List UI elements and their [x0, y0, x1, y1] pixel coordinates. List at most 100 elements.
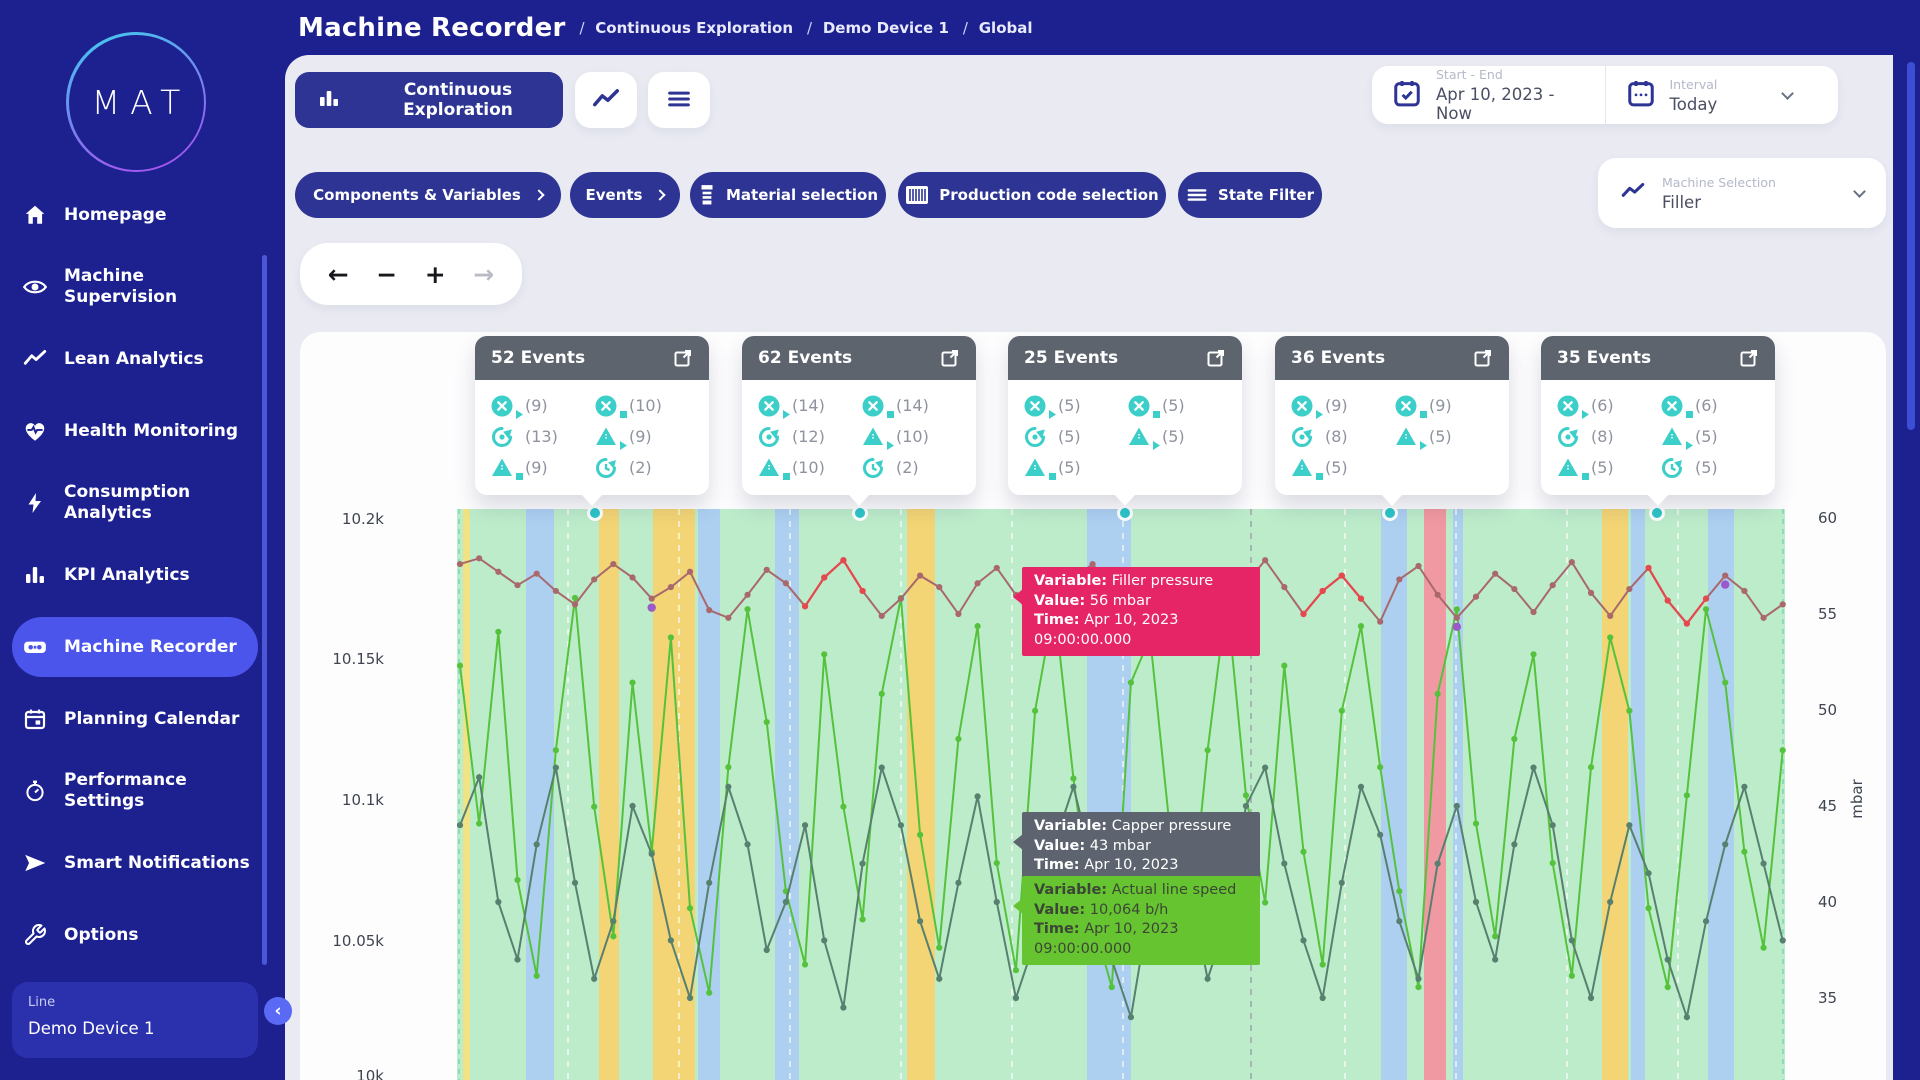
event-count: (9) [525, 458, 548, 477]
list-view-button[interactable] [648, 72, 710, 128]
event-card-title: 35 Events [1557, 348, 1651, 368]
event-count-row: (14) [860, 392, 964, 419]
cancel-square-icon [593, 393, 629, 419]
sidebar-item-label: Machine Supervision [64, 266, 254, 308]
filter-production-code-selection[interactable]: Production code selection [898, 172, 1166, 218]
sidebar-item-homepage[interactable]: Homepage [0, 179, 262, 251]
sidebar-collapse-button[interactable]: ‹ [264, 997, 292, 1025]
event-count: (10) [792, 458, 825, 477]
cancel-play-icon [1022, 393, 1058, 419]
event-card-header: 52 Events [475, 336, 709, 380]
bar-chart-icon [317, 86, 341, 115]
event-marker-dot[interactable] [854, 507, 867, 520]
open-external-icon[interactable] [1473, 348, 1493, 368]
sidebar-item-consumption-analytics[interactable]: Consumption Analytics [0, 467, 262, 539]
event-marker-dot[interactable] [1384, 507, 1397, 520]
clock-icon [1659, 455, 1695, 481]
filter-components-variables[interactable]: Components & Variables [295, 172, 561, 218]
filter-state-filter[interactable]: State Filter [1178, 172, 1322, 218]
machine-selection-dropdown[interactable]: Machine Selection Filler [1598, 158, 1886, 228]
calendar-icon [1626, 78, 1656, 112]
header: Machine Recorder Continuous ExplorationD… [285, 0, 1920, 55]
sidebar-item-options[interactable]: Options [0, 899, 262, 971]
machine-selection-value: Filler [1662, 193, 1839, 212]
event-count: (8) [1591, 427, 1614, 446]
open-external-icon[interactable] [1206, 348, 1226, 368]
breadcrumb-item[interactable]: Continuous Exploration [579, 19, 793, 37]
pan-forward-button[interactable]: → [473, 262, 494, 287]
restore-icon [756, 424, 792, 450]
app-logo[interactable]: MAT [66, 32, 206, 172]
continuous-exploration-button[interactable]: Continuous Exploration [295, 72, 563, 128]
date-range-picker[interactable]: Start - End Apr 10, 2023 - Now [1372, 67, 1605, 123]
device-card[interactable]: Line Demo Device 1 [12, 982, 258, 1058]
event-count: (5) [1591, 458, 1614, 477]
gauge-icon [22, 778, 48, 804]
sidebar-item-label: Planning Calendar [64, 709, 254, 730]
chevron-down-icon [1782, 87, 1795, 100]
barcode-icon [905, 184, 929, 206]
card-tail [1114, 494, 1136, 506]
date-range-card: Start - End Apr 10, 2023 - Now Interval … [1372, 66, 1838, 124]
left-axis-tick: 10k [322, 1067, 384, 1080]
event-marker-dot[interactable] [589, 507, 602, 520]
sidebar-item-planning-calendar[interactable]: Planning Calendar [0, 683, 262, 755]
event-summary-card: 52 Events(9)(13)(9)(10)(9)(2) [475, 336, 709, 495]
event-card-header: 62 Events [742, 336, 976, 380]
bars-icon [22, 562, 48, 588]
warning-square-icon [489, 455, 525, 481]
clock-icon [593, 455, 629, 481]
warning-square-icon [1555, 455, 1591, 481]
event-count-row: (5) [1555, 454, 1659, 481]
sidebar-item-machine-recorder[interactable]: Machine Recorder [0, 611, 262, 683]
event-count-row: (12) [756, 423, 860, 450]
event-count: (5) [1058, 458, 1081, 477]
event-count: (13) [525, 427, 558, 446]
sidebar-item-health-monitoring[interactable]: Health Monitoring [0, 395, 262, 467]
event-count: (5) [1162, 427, 1185, 446]
sidebar-item-label: Lean Analytics [64, 349, 254, 370]
zoom-in-button[interactable]: + [425, 262, 446, 287]
sidebar-item-lean-analytics[interactable]: Lean Analytics [0, 323, 262, 395]
event-count: (9) [1325, 396, 1348, 415]
event-summary-card: 36 Events(9)(8)(5)(9)(5) [1275, 336, 1509, 495]
sidebar-item-label: Consumption Analytics [64, 482, 254, 524]
calendar-check-icon [1392, 78, 1422, 112]
sidebar-item-smart-notifications[interactable]: Smart Notifications [0, 827, 262, 899]
event-count-row: (5) [1289, 454, 1393, 481]
breadcrumb-item[interactable]: Global [963, 19, 1033, 37]
event-count: (14) [792, 396, 825, 415]
sidebar-scrollbar[interactable] [262, 255, 267, 965]
event-summary-card: 62 Events(14)(12)(10)(14)(10)(2) [742, 336, 976, 495]
event-marker-dot[interactable] [1651, 507, 1664, 520]
logo-text: MAT [82, 83, 191, 122]
event-count: (5) [1429, 427, 1452, 446]
interval-select[interactable]: Interval Today [1606, 77, 1839, 114]
sidebar-nav: Homepage Machine Supervision Lean Analytic… [0, 179, 262, 971]
filter-material-selection[interactable]: Material selection [690, 172, 886, 218]
event-count: (5) [1695, 458, 1718, 477]
open-external-icon[interactable] [673, 348, 693, 368]
right-axis-unit: mbar [1848, 754, 1866, 844]
sidebar-item-label: KPI Analytics [64, 565, 254, 586]
sidebar-item-performance-settings[interactable]: Performance Settings [0, 755, 262, 827]
page-scrollbar[interactable] [1907, 62, 1915, 430]
pan-back-button[interactable]: ← [328, 262, 349, 287]
event-count-row: (10) [860, 423, 964, 450]
event-count: (8) [1325, 427, 1348, 446]
event-marker-dot[interactable] [1119, 507, 1132, 520]
sidebar-item-kpi-analytics[interactable]: KPI Analytics [0, 539, 262, 611]
bolt-icon [22, 490, 48, 516]
sidebar-item-machine-supervision[interactable]: Machine Supervision [0, 251, 262, 323]
cancel-square-icon [1393, 393, 1429, 419]
breadcrumb-item[interactable]: Demo Device 1 [807, 19, 949, 37]
open-external-icon[interactable] [1739, 348, 1759, 368]
line-chart-icon [591, 84, 621, 117]
filter-events[interactable]: Events [570, 172, 680, 218]
event-count-row: (9) [1393, 392, 1497, 419]
material-icon [698, 184, 716, 206]
open-external-icon[interactable] [940, 348, 960, 368]
line-chart-view-button[interactable] [575, 72, 637, 128]
zoom-out-button[interactable]: − [376, 262, 397, 287]
calendar-icon [22, 706, 48, 732]
